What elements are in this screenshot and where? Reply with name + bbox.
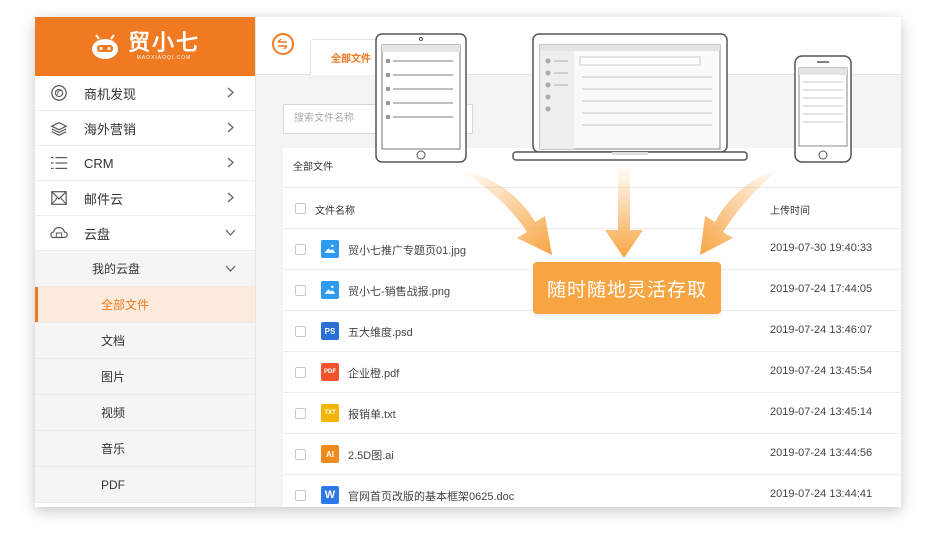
submenu-label: 我的云盘 (92, 262, 141, 276)
arrows-illustration (460, 165, 780, 258)
nav-item-marketing[interactable]: 海外营销 (35, 111, 255, 146)
table-row[interactable]: PDF 企业橙.pdf 2019-07-24 13:45:54 (283, 352, 901, 393)
upload-time: 2019-07-24 13:45:14 (770, 406, 873, 418)
upload-time: 2019-07-24 13:45:54 (770, 365, 873, 377)
file-type-label: W (324, 489, 336, 501)
robot-logo-icon (91, 33, 118, 59)
submenu-item-all-files[interactable]: 全部文件 (35, 287, 255, 323)
image-file-icon (321, 281, 339, 299)
file-name[interactable]: 贸小七-销售战报.png (348, 283, 450, 299)
chevron-right-icon (227, 157, 234, 168)
row-checkbox[interactable] (295, 326, 306, 337)
submenu-item-videos[interactable]: 视频 (35, 395, 255, 431)
nav-item-crm[interactable]: CRM (35, 146, 255, 181)
chevron-right-icon (227, 122, 234, 133)
submenu-item-pdf[interactable]: PDF (35, 467, 255, 503)
table-row[interactable]: TXT 报销单.txt 2019-07-24 13:45:14 (283, 393, 901, 434)
file-name[interactable]: 2.5D图.ai (348, 447, 394, 463)
mail-icon (49, 188, 69, 208)
submenu-item-images[interactable]: 图片 (35, 359, 255, 395)
submenu-my-cloud[interactable]: 我的云盘 (35, 251, 255, 287)
nav-label: CRM (84, 155, 114, 171)
upload-time: 2019-07-24 17:44:05 (770, 283, 873, 295)
nav-item-opportunity[interactable]: 商机发现 (35, 76, 255, 111)
app-window: 贸小七 MAOXIAOQI.COM 商机发现 海外营销 CRM 邮件云 云盘 我… (35, 17, 901, 507)
sidebar: 贸小七 MAOXIAOQI.COM 商机发现 海外营销 CRM 邮件云 云盘 我… (35, 17, 256, 507)
file-type-label: PS (324, 326, 336, 336)
back-button[interactable] (272, 33, 294, 55)
upload-time: 2019-07-24 13:46:07 (770, 324, 873, 336)
back-arrow-icon (277, 38, 288, 50)
brand-name: 贸小七 (127, 30, 200, 55)
list-icon (49, 153, 69, 173)
row-checkbox[interactable] (295, 285, 306, 296)
nav-item-mail[interactable]: 邮件云 (35, 181, 255, 216)
file-name[interactable]: 报销单.txt (348, 406, 396, 422)
upload-time: 2019-07-24 13:44:41 (770, 488, 873, 500)
row-checkbox[interactable] (295, 408, 306, 419)
file-type-label: PDF (324, 369, 336, 375)
txt-file-icon: TXT (321, 404, 339, 422)
laptop-device-illustration (512, 33, 748, 161)
column-header-name: 文件名称 (315, 206, 355, 217)
layers-icon (49, 118, 69, 138)
row-checkbox[interactable] (295, 490, 306, 501)
brand-domain: MAOXIAOQI.COM (136, 55, 192, 61)
brand-logo[interactable]: 贸小七 MAOXIAOQI.COM (35, 17, 255, 76)
feature-callout: 随时随地灵活存取 (533, 262, 721, 314)
nav-label: 商机发现 (84, 86, 137, 102)
upload-time: 2019-07-24 13:44:56 (770, 447, 873, 459)
pdf-file-icon: PDF (321, 363, 339, 381)
file-name[interactable]: 官网首页改版的基本框架0625.doc (348, 488, 514, 504)
table-row[interactable]: AI 2.5D图.ai 2019-07-24 13:44:56 (283, 434, 901, 475)
select-all-checkbox[interactable] (295, 203, 306, 214)
nav-label: 邮件云 (84, 191, 124, 207)
table-row[interactable]: W 官网首页改版的基本框架0625.doc 2019-07-24 13:44:41 (283, 475, 901, 507)
phone-device-illustration (794, 55, 852, 163)
file-type-label: TXT (324, 410, 336, 416)
psd-file-icon: PS (321, 322, 339, 340)
row-checkbox[interactable] (295, 244, 306, 255)
file-type-label: AI (326, 449, 334, 459)
tablet-device-illustration (375, 33, 467, 163)
chevron-right-icon (227, 87, 234, 98)
file-name[interactable]: 五大维度.psd (348, 324, 413, 340)
word-file-icon: W (321, 486, 339, 504)
chevron-down-icon (225, 265, 236, 272)
chevron-right-icon (227, 192, 234, 203)
chevron-down-icon (225, 229, 236, 236)
nav-label: 云盘 (84, 226, 111, 242)
file-name[interactable]: 企业橙.pdf (348, 365, 399, 381)
row-checkbox[interactable] (295, 367, 306, 378)
row-checkbox[interactable] (295, 449, 306, 460)
cloud-icon (49, 223, 69, 243)
table-row[interactable]: PS 五大维度.psd 2019-07-24 13:46:07 (283, 311, 901, 352)
image-file-icon (321, 240, 339, 258)
compass-icon (49, 83, 69, 103)
ai-file-icon: AI (321, 445, 339, 463)
submenu-item-music[interactable]: 音乐 (35, 431, 255, 467)
nav-item-cloud[interactable]: 云盘 (35, 216, 255, 251)
submenu-item-documents[interactable]: 文档 (35, 323, 255, 359)
nav-label: 海外营销 (84, 121, 137, 137)
